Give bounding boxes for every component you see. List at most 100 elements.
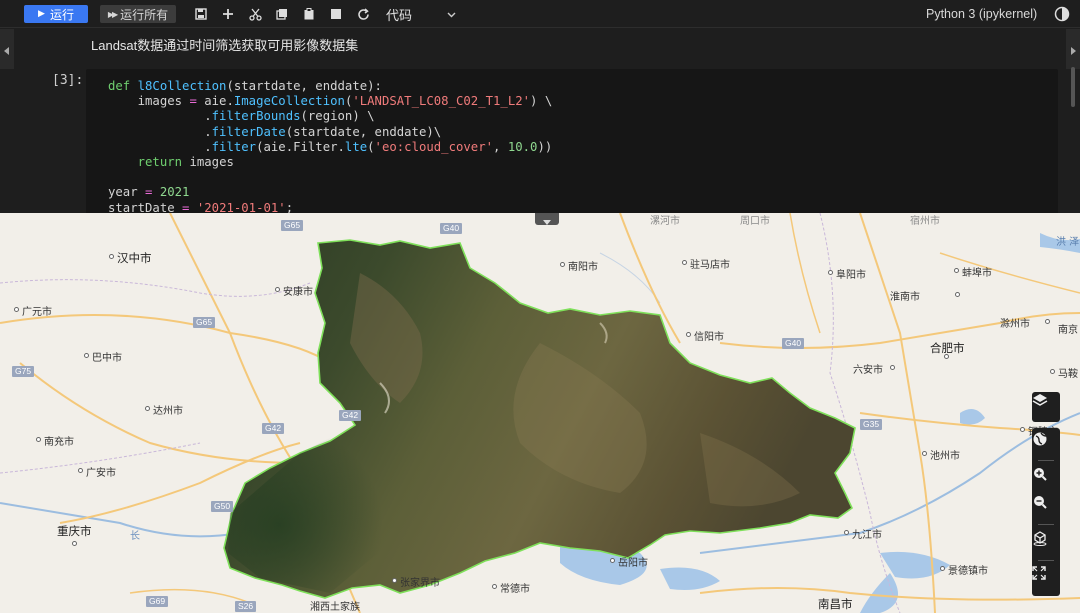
- city-marker: [940, 566, 945, 571]
- run-all-button[interactable]: ▶▶ 运行所有: [100, 5, 176, 23]
- city-marker: [1045, 319, 1050, 324]
- fast-forward-icon: ▶▶: [107, 9, 118, 19]
- river-label: 长: [130, 531, 140, 542]
- city-label: 蚌埠市: [962, 268, 992, 279]
- play-icon: ▶: [38, 9, 45, 19]
- city-marker: [72, 541, 77, 546]
- kernel-status-icon: [1054, 6, 1070, 22]
- highway-badge: G65: [193, 317, 216, 328]
- 3d-view-button[interactable]: [1032, 530, 1060, 556]
- paste-icon[interactable]: [300, 5, 318, 23]
- run-label: 运行: [49, 7, 74, 22]
- caret-left-icon: [4, 40, 10, 59]
- city-marker: [1050, 369, 1055, 374]
- code-line: .filterDate(startdate, enddate)\: [108, 124, 442, 139]
- city-label: 阜阳市: [836, 270, 866, 281]
- cell-type-select[interactable]: 代码: [378, 5, 462, 24]
- city-marker: [890, 365, 895, 370]
- right-panel-toggle[interactable]: [1066, 29, 1080, 69]
- code-line: .filter(aie.Filter.lte('eo:cloud_cover',…: [108, 139, 553, 154]
- city-marker: [954, 268, 959, 273]
- code-line: return images: [137, 155, 234, 170]
- chevron-down-icon: [447, 7, 456, 22]
- city-label: 池州市: [930, 451, 960, 462]
- cut-icon[interactable]: [246, 5, 264, 23]
- city-label: 宿州市: [910, 216, 940, 227]
- highway-badge: S26: [235, 601, 257, 612]
- code-cell[interactable]: def l8Collection(startdate, enddate): im…: [86, 69, 1058, 213]
- city-marker: [955, 292, 960, 297]
- code-line: def l8Collection(startdate, enddate):: [108, 79, 382, 93]
- city-label: 南阳市: [568, 262, 598, 273]
- city-label: 广安市: [86, 468, 116, 479]
- city-label: 周口市: [740, 216, 770, 227]
- add-cell-icon[interactable]: [219, 5, 237, 23]
- notebook-area: Landsat数据通过时间筛选获取可用影像数据集 [3]: def l8Coll…: [0, 29, 1080, 213]
- highway-badge: G40: [440, 223, 463, 234]
- zoom-out-button[interactable]: [1032, 494, 1060, 520]
- left-panel-toggle[interactable]: [0, 29, 14, 69]
- stop-icon[interactable]: [327, 5, 345, 23]
- map-control-stack: [1032, 428, 1060, 596]
- notebook-toolbar: ▶ 运行 ▶▶ 运行所有 代码 Python 3 (ipykernel): [0, 0, 1080, 28]
- city-marker: [1020, 427, 1025, 432]
- code-line: startDate = '2021-01-01';: [108, 200, 294, 213]
- city-marker: [922, 451, 927, 456]
- city-marker: [145, 406, 150, 411]
- highway-badge: G40: [782, 338, 805, 349]
- kernel-name[interactable]: Python 3 (ipykernel): [926, 5, 1037, 23]
- city-label: 岳阳市: [618, 558, 648, 569]
- code-line: year = 2021: [108, 185, 190, 200]
- city-label: 广元市: [22, 307, 52, 318]
- scrollbar[interactable]: [1071, 67, 1075, 107]
- city-label: 漯河市: [650, 216, 680, 227]
- highway-badge: G35: [860, 419, 883, 430]
- city-marker: [14, 307, 19, 312]
- copy-icon[interactable]: [273, 5, 291, 23]
- city-label: 常德市: [500, 584, 530, 595]
- city-marker: [392, 578, 397, 583]
- city-label: 信阳市: [694, 332, 724, 343]
- globe-button[interactable]: [1032, 431, 1060, 457]
- divider: [1038, 560, 1054, 561]
- city-label: 南昌市: [818, 597, 853, 611]
- divider: [1038, 524, 1054, 525]
- city-marker: [84, 353, 89, 358]
- layers-button[interactable]: [1032, 392, 1060, 422]
- cell-prompt: [3]:: [52, 73, 84, 88]
- run-button[interactable]: ▶ 运行: [24, 5, 88, 23]
- highway-badge: G50: [211, 501, 234, 512]
- restart-icon[interactable]: [354, 5, 372, 23]
- code-line: .filterBounds(region) \: [108, 109, 375, 124]
- highway-badge: G42: [339, 410, 362, 421]
- run-all-label: 运行所有: [120, 7, 169, 22]
- city-label: 滁州市: [1000, 319, 1030, 330]
- city-label: 达州市: [153, 406, 183, 417]
- city-label: 巴中市: [92, 353, 122, 364]
- zoom-in-button[interactable]: [1032, 466, 1060, 492]
- cell-type-value: 代码: [386, 8, 413, 24]
- city-marker: [682, 260, 687, 265]
- city-marker: [686, 332, 691, 337]
- city-marker: [492, 584, 497, 589]
- city-marker: [944, 354, 949, 359]
- code-line: images = aie.ImageCollection('LANDSAT_LC…: [108, 94, 553, 109]
- city-label: 驻马店市: [690, 260, 730, 271]
- map-view[interactable]: 汉中市 安康市 广元市 巴中市 达州市 南充市 广安市 重庆市 长 南阳市 驻马…: [0, 213, 1080, 613]
- city-marker: [36, 437, 41, 442]
- city-label: 安康市: [283, 287, 313, 298]
- city-marker: [275, 287, 280, 292]
- city-label: 张家界市: [400, 578, 440, 589]
- save-icon[interactable]: [192, 5, 210, 23]
- code-editor[interactable]: def l8Collection(startdate, enddate): im…: [108, 79, 552, 213]
- fullscreen-button[interactable]: [1032, 566, 1060, 592]
- map-collapse-handle[interactable]: [535, 213, 559, 225]
- city-marker: [560, 262, 565, 267]
- city-marker: [78, 468, 83, 473]
- city-label: 景德镇市: [948, 566, 988, 577]
- city-label: 马鞍: [1058, 369, 1078, 380]
- highway-badge: G65: [281, 220, 304, 231]
- city-marker: [610, 558, 615, 563]
- city-label: 重庆市: [57, 524, 92, 538]
